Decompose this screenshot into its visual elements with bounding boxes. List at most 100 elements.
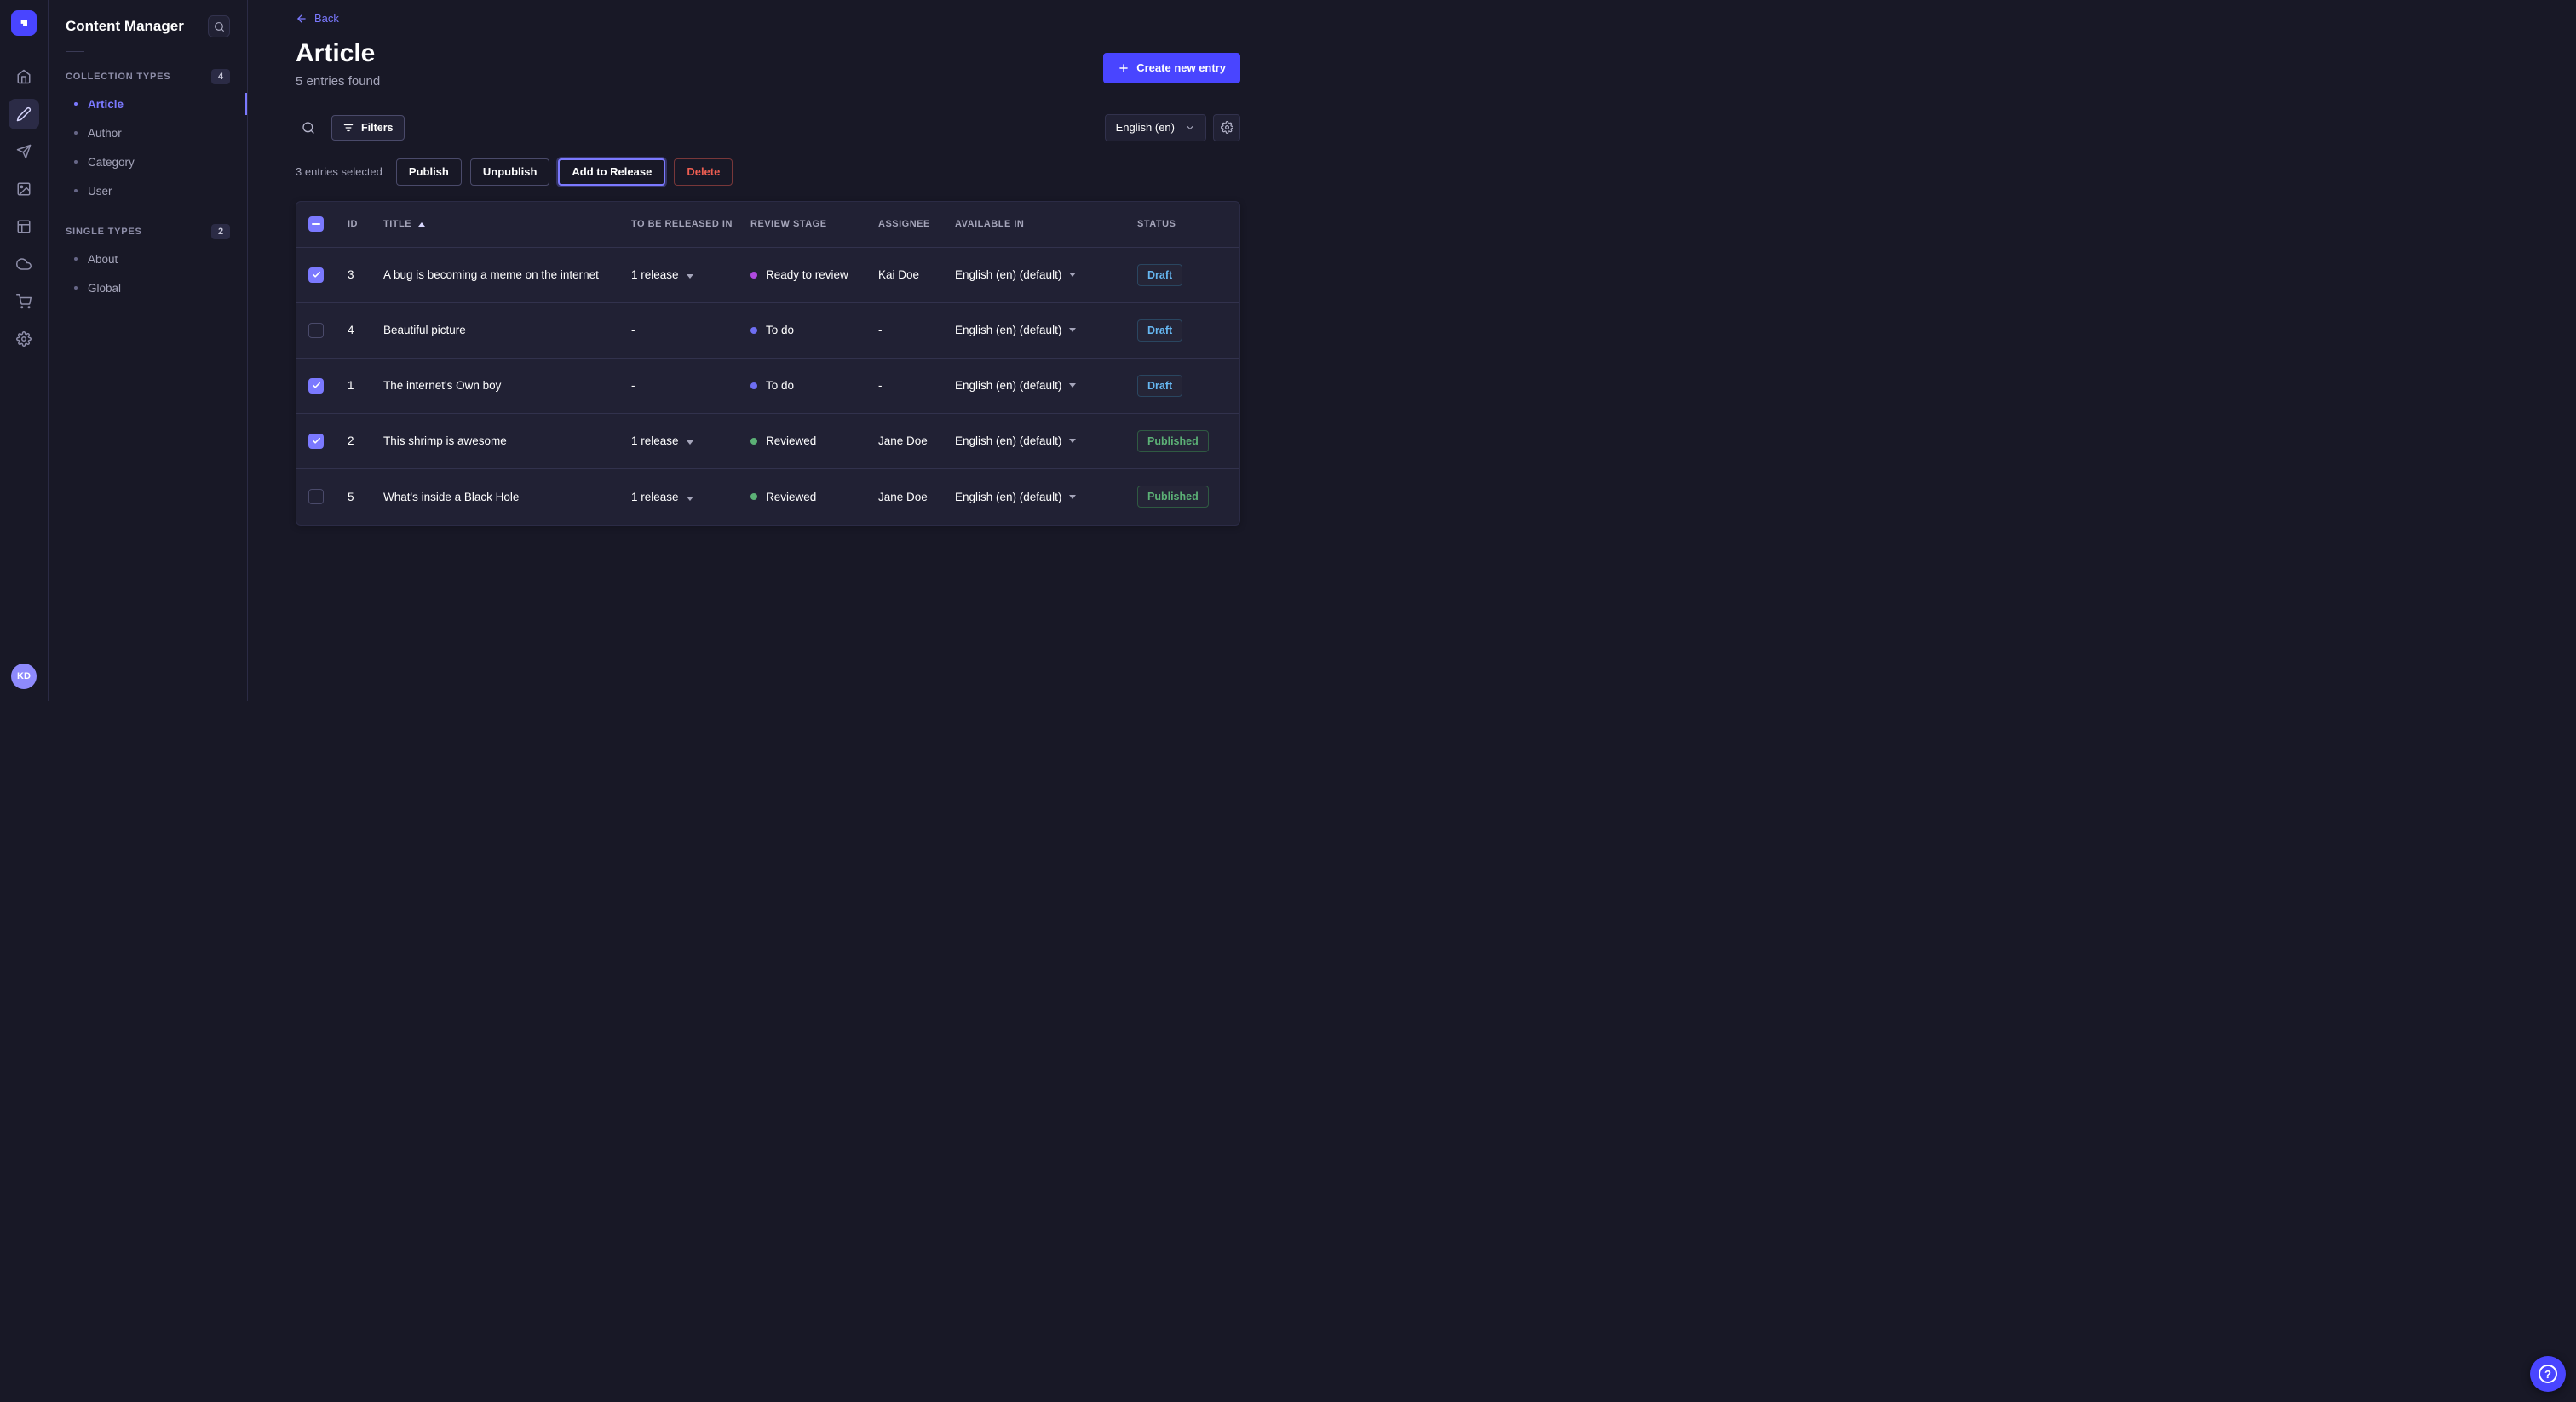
gear-icon	[16, 331, 32, 347]
locale-selected-value: English (en)	[1116, 121, 1175, 134]
entries-table: ID TITLE TO BE RELEASED IN REVIEW STAGE …	[296, 201, 1240, 526]
column-header-stage[interactable]: REVIEW STAGE	[750, 219, 878, 229]
caret-down-icon[interactable]	[687, 440, 693, 445]
cell-available-in[interactable]: English (en) (default)	[955, 491, 1137, 503]
caret-down-icon[interactable]	[687, 274, 693, 279]
nav-content-manager[interactable]	[9, 99, 39, 129]
caret-down-icon	[1069, 439, 1076, 443]
shopping-cart-icon	[16, 294, 32, 309]
cell-review-stage: Ready to review	[750, 268, 878, 281]
table-row[interactable]: 3 A bug is becoming a meme on the intern…	[296, 248, 1239, 303]
nav-media-library[interactable]	[9, 174, 39, 204]
stage-dot-icon	[750, 438, 757, 445]
sidebar-item-label: Category	[88, 156, 135, 169]
row-checkbox[interactable]	[308, 267, 324, 283]
row-checkbox[interactable]	[308, 378, 324, 394]
add-to-release-button[interactable]: Add to Release	[558, 158, 665, 186]
cell-available-in[interactable]: English (en) (default)	[955, 379, 1137, 392]
cell-release: 1 release	[631, 434, 750, 447]
sidebar-item-author[interactable]: Author	[49, 118, 247, 147]
section-label: SINGLE TYPES	[66, 227, 142, 237]
column-header-status[interactable]: STATUS	[1137, 219, 1228, 229]
sidebar-item-user[interactable]: User	[49, 176, 247, 205]
sidebar-item-global[interactable]: Global	[49, 273, 247, 302]
unpublish-button[interactable]: Unpublish	[470, 158, 550, 186]
layout-icon	[16, 219, 32, 234]
strapi-logo[interactable]	[11, 10, 37, 36]
cell-title: Beautiful picture	[383, 324, 631, 336]
search-button[interactable]	[296, 115, 321, 141]
row-checkbox[interactable]	[308, 323, 324, 338]
cell-available-in[interactable]: English (en) (default)	[955, 268, 1137, 281]
search-icon	[214, 21, 225, 32]
row-checkbox[interactable]	[308, 434, 324, 449]
cell-title: What's inside a Black Hole	[383, 491, 631, 503]
cell-assignee: -	[878, 324, 955, 336]
filters-label: Filters	[361, 122, 394, 134]
locale-select[interactable]: English (en)	[1105, 114, 1206, 141]
question-mark-icon: ?	[2539, 1365, 2557, 1383]
caret-down-icon[interactable]	[687, 497, 693, 501]
user-avatar[interactable]: KD	[11, 664, 37, 689]
caret-down-icon	[1069, 328, 1076, 332]
publish-button[interactable]: Publish	[396, 158, 462, 186]
sidebar-item-label: About	[88, 253, 118, 266]
cell-available-in[interactable]: English (en) (default)	[955, 324, 1137, 336]
table-header-row: ID TITLE TO BE RELEASED IN REVIEW STAGE …	[296, 202, 1239, 248]
paper-plane-icon	[16, 144, 32, 159]
column-header-release[interactable]: TO BE RELEASED IN	[631, 219, 750, 229]
filters-button[interactable]: Filters	[331, 115, 405, 141]
sidebar-item-article[interactable]: Article	[49, 89, 247, 118]
cell-release: 1 release	[631, 491, 750, 503]
column-header-id[interactable]: ID	[348, 219, 383, 229]
sidebar-item-about[interactable]: About	[49, 244, 247, 273]
indeterminate-dash-icon	[312, 223, 320, 225]
cell-id: 4	[348, 324, 383, 336]
section-count-badge: 4	[211, 69, 230, 84]
caret-down-icon	[1069, 495, 1076, 499]
page-title: Article	[296, 39, 380, 67]
select-all-checkbox[interactable]	[308, 216, 324, 232]
create-new-entry-button[interactable]: Create new entry	[1103, 53, 1240, 83]
nav-marketplace[interactable]	[9, 286, 39, 317]
nav-deploy[interactable]	[9, 249, 39, 279]
column-header-assignee[interactable]: ASSIGNEE	[878, 219, 955, 229]
nav-content-type-builder[interactable]	[9, 211, 39, 242]
bullet-icon	[74, 189, 78, 192]
cell-title: The internet's Own boy	[383, 379, 631, 392]
help-button[interactable]: ?	[2530, 1356, 2566, 1392]
cell-review-stage: Reviewed	[750, 491, 878, 503]
nav-home[interactable]	[9, 61, 39, 92]
active-indicator	[245, 93, 247, 115]
column-header-available[interactable]: AVAILABLE IN	[955, 219, 1137, 229]
column-header-title[interactable]: TITLE	[383, 219, 631, 229]
sidebar-item-category[interactable]: Category	[49, 147, 247, 176]
cell-assignee: -	[878, 379, 955, 392]
table-row[interactable]: 5 What's inside a Black Hole 1 release R…	[296, 469, 1239, 525]
delete-button[interactable]: Delete	[674, 158, 733, 186]
sidebar-item-label: Global	[88, 282, 121, 295]
subnav-title: Content Manager	[66, 18, 184, 35]
subnav-search-button[interactable]	[208, 15, 230, 37]
check-icon	[312, 270, 321, 279]
table-row[interactable]: 2 This shrimp is awesome 1 release Revie…	[296, 414, 1239, 469]
row-checkbox[interactable]	[308, 489, 324, 504]
cloud-icon	[16, 256, 32, 272]
table-row[interactable]: 4 Beautiful picture - To do - English (e…	[296, 303, 1239, 359]
nav-releases[interactable]	[9, 136, 39, 167]
cell-assignee: Kai Doe	[878, 268, 955, 281]
cell-available-in[interactable]: English (en) (default)	[955, 434, 1137, 447]
cell-release: 1 release	[631, 268, 750, 281]
table-row[interactable]: 1 The internet's Own boy - To do - Engli…	[296, 359, 1239, 414]
content-manager-subnav: Content Manager COLLECTION TYPES 4 Artic…	[49, 0, 248, 701]
view-settings-button[interactable]	[1213, 114, 1240, 141]
nav-settings[interactable]	[9, 324, 39, 354]
plus-icon	[1118, 62, 1130, 74]
caret-down-icon	[1069, 383, 1076, 388]
section-single-types: SINGLE TYPES 2	[49, 217, 247, 244]
back-link[interactable]: Back	[296, 12, 339, 25]
gear-icon	[1221, 121, 1233, 134]
sort-ascending-icon[interactable]	[418, 222, 425, 227]
stage-dot-icon	[750, 327, 757, 334]
back-label: Back	[314, 12, 339, 25]
